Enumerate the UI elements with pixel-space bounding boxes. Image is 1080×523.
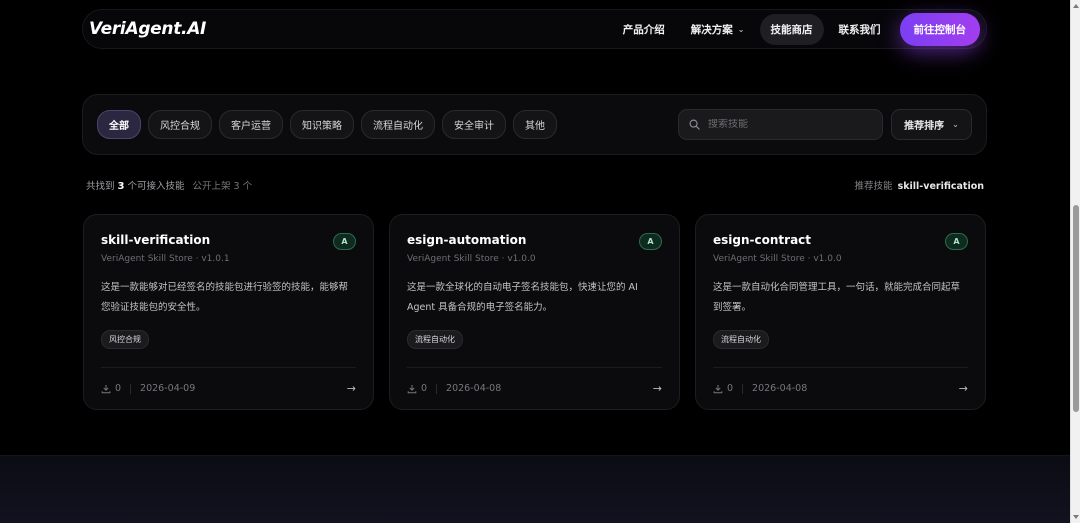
scrollbar-thumb[interactable] [1073,205,1079,412]
skill-card[interactable]: esign-automation A VeriAgent Skill Store… [389,214,680,410]
filter-chip-security-audit[interactable]: 安全审计 [442,110,506,139]
divider [130,383,132,394]
card-footer: 0 2026-04-09 → [101,367,356,409]
scroll-up-icon[interactable] [1073,4,1079,8]
summary-prefix: 共找到 [86,181,115,192]
skill-title[interactable]: skill-verification [101,233,356,247]
sort-label: 推荐排序 [904,121,945,132]
filter-chip-risk-compliance[interactable]: 风控合规 [148,110,212,139]
nav-link-product[interactable]: 产品介绍 [612,14,676,45]
skill-description: 这是一款全球化的自动电子签名技能包，快速让您的 AI Agent 具备合规的电子… [407,282,638,313]
arrow-right-icon[interactable]: → [653,382,662,395]
skill-card[interactable]: skill-verification A VeriAgent Skill Sto… [83,214,374,410]
recommend-label: 推荐技能 [854,181,893,192]
category-tag: 流程自动化 [713,330,769,349]
category-tag: 流程自动化 [407,330,463,349]
filter-chip-other[interactable]: 其他 [513,110,557,139]
nav-link-label: 产品介绍 [622,23,665,36]
skill-description: 这是一款能够对已经签名的技能包进行验签的技能，能够帮您验证技能包的安全性。 [101,282,349,313]
publish-date: 2026-04-08 [446,383,502,394]
card-footer: 0 2026-04-08 → [713,367,968,409]
recommended-skill: 推荐技能 skill-verification [855,178,984,192]
download-count: 0 [727,383,734,394]
filter-chip-all[interactable]: 全部 [97,110,141,139]
page: VeriAgent.AI 产品介绍 解决方案 ⌄ 技能商店 联系我们 前往控制台 … [0,0,1070,523]
chevron-down-icon: ⌄ [952,120,959,129]
divider [742,383,744,394]
skill-subtitle: VeriAgent Skill Store · v1.0.0 [713,254,842,264]
chevron-down-icon: ⌄ [737,24,745,34]
nav-link-label: 联系我们 [838,23,881,36]
filter-chip-knowledge[interactable]: 知识策略 [290,110,354,139]
skill-title[interactable]: esign-automation [407,233,662,247]
download-icon [407,384,417,393]
download-icon [101,384,111,393]
arrow-right-icon[interactable]: → [347,382,356,395]
search-icon [689,119,700,130]
logo[interactable]: VeriAgent.AI [89,19,206,39]
category-tag: 风控合规 [101,330,149,349]
divider [436,383,438,394]
result-count: 3 [117,181,125,192]
filter-chip-customer-ops[interactable]: 客户运营 [219,110,283,139]
nav-link-skill-store[interactable]: 技能商店 [759,13,824,45]
published-count: 公开上架 3 个 [192,181,253,192]
grade-badge: A [333,233,356,250]
arrow-right-icon[interactable]: → [959,382,968,395]
console-button[interactable]: 前往控制台 [899,12,980,46]
filter-panel: 全部 风控合规 客户运营 知识策略 流程自动化 安全审计 其他 推荐排序 ⌄ [82,94,987,155]
card-footer: 0 2026-04-08 → [407,367,662,409]
nav-link-label: 技能商店 [770,23,813,36]
results-summary: 共找到 3 个可接入技能 公开上架 3 个 [86,178,252,192]
nav-links: 产品介绍 解决方案 ⌄ 技能商店 联系我们 前往控制台 [608,12,980,46]
publish-date: 2026-04-08 [752,383,808,394]
recommend-value[interactable]: skill-verification [898,181,984,192]
skill-title[interactable]: esign-contract [713,233,968,247]
search-box[interactable] [678,109,883,140]
filter-chip-automation[interactable]: 流程自动化 [361,110,435,139]
footer-band [0,455,1070,523]
nav-link-solutions[interactable]: 解决方案 ⌄ [680,14,756,45]
scroll-down-icon[interactable] [1073,515,1079,519]
download-count: 0 [115,383,122,394]
sort-select[interactable]: 推荐排序 ⌄ [891,109,972,140]
download-count: 0 [421,383,428,394]
publish-date: 2026-04-09 [140,383,196,394]
skill-card[interactable]: esign-contract A VeriAgent Skill Store ·… [695,214,986,410]
skill-subtitle: VeriAgent Skill Store · v1.0.0 [407,254,536,264]
search-input[interactable] [708,119,868,130]
skill-subtitle: VeriAgent Skill Store · v1.0.1 [101,254,230,264]
nav-link-label: 解决方案 [690,23,733,36]
top-nav: VeriAgent.AI 产品介绍 解决方案 ⌄ 技能商店 联系我们 前往控制台 [82,9,987,49]
skill-description: 这是一款自动化合同管理工具，一句话，就能完成合同起草到签署。 [713,282,961,313]
download-icon [713,384,723,393]
summary-suffix: 个可接入技能 [127,181,185,192]
nav-link-contact[interactable]: 联系我们 [828,14,892,45]
scrollbar[interactable] [1070,0,1080,523]
grade-badge: A [945,233,968,250]
grade-badge: A [639,233,662,250]
